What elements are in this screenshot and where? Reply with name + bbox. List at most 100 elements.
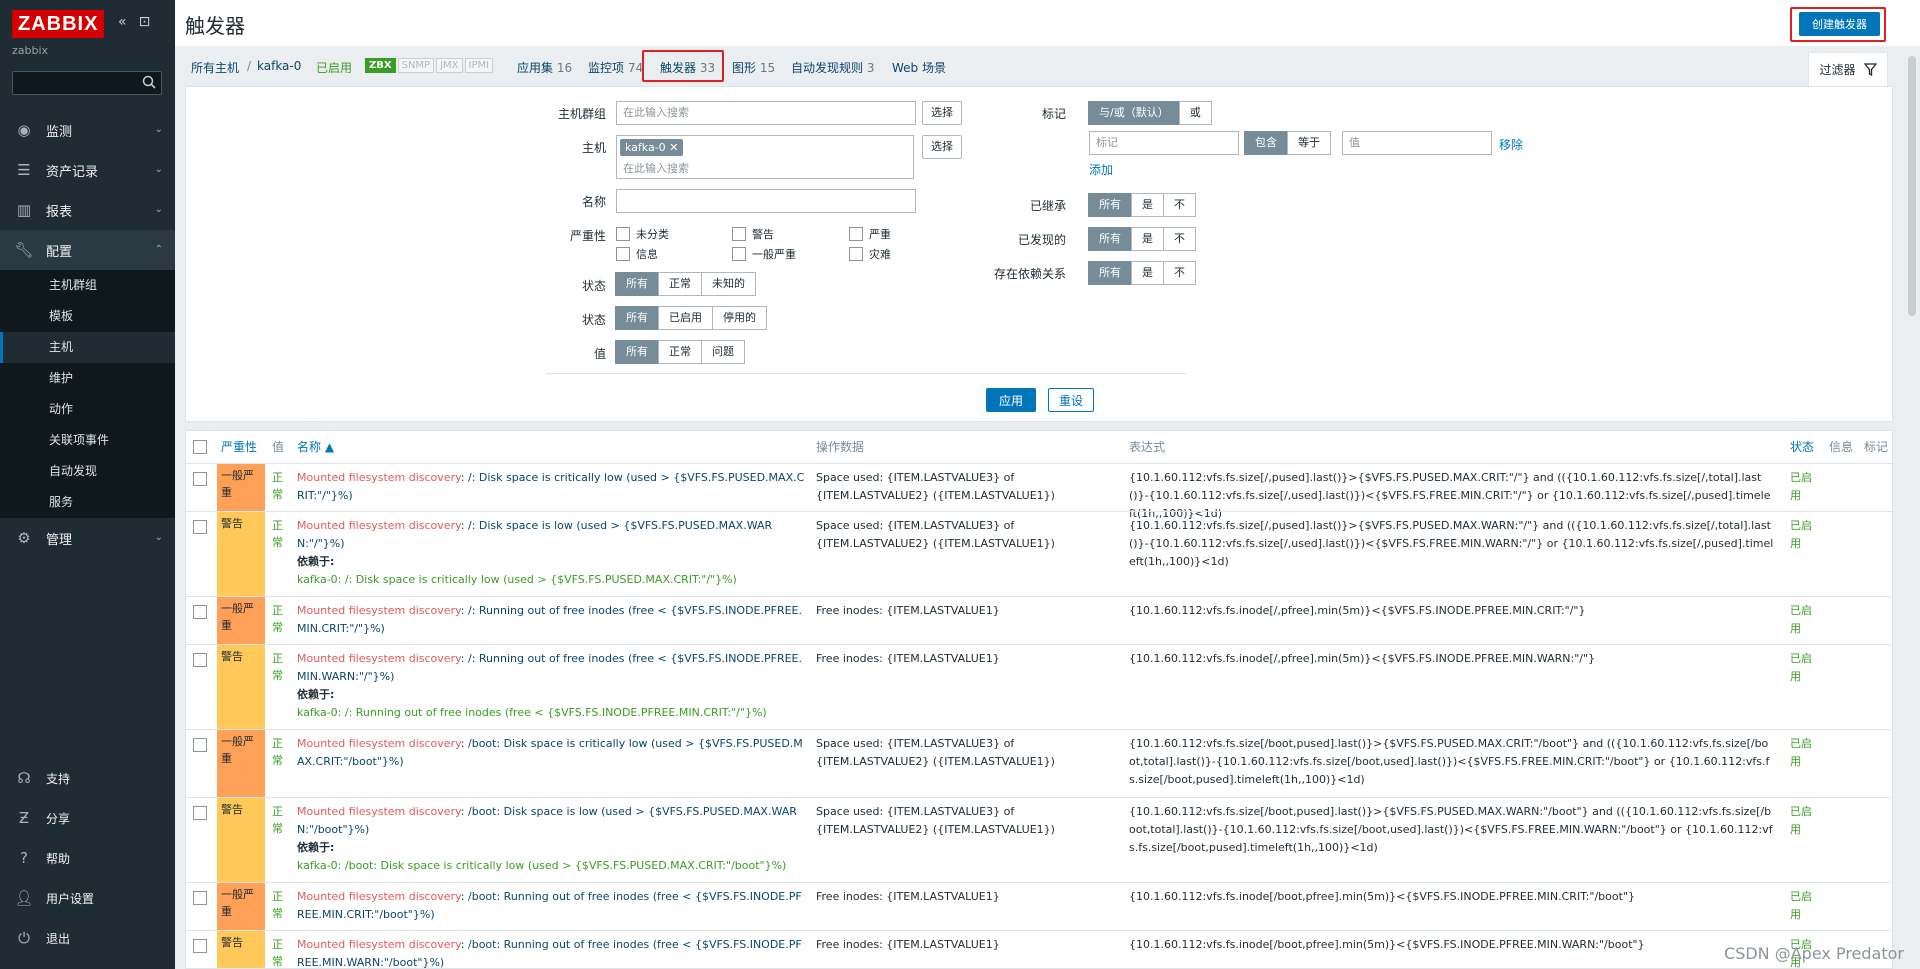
menu-support[interactable]: ☊ 支持 (0, 758, 175, 798)
state-normal[interactable]: 正常 (658, 272, 702, 296)
host-status-enabled[interactable]: 已启用 (316, 59, 352, 76)
menu-help[interactable]: ? 帮助 (0, 838, 175, 878)
status-toggle-link[interactable]: 已启用 (1790, 517, 1820, 553)
kiosk-mode-icon[interactable]: ⊡ (139, 14, 151, 30)
depends-all[interactable]: 所有 (1088, 261, 1132, 285)
tag-remove-link[interactable]: 移除 (1499, 136, 1523, 153)
discovery-rule-link[interactable]: Mounted filesystem discovery (297, 805, 461, 818)
discovery-rule-link[interactable]: Mounted filesystem discovery (297, 890, 461, 903)
value-ok[interactable]: 正常 (658, 340, 702, 364)
host-select-button[interactable]: 选择 (922, 135, 962, 159)
create-trigger-button[interactable]: 创建触发器 (1799, 12, 1880, 36)
discovery-rule-link[interactable]: Mounted filesystem discovery (297, 737, 461, 750)
discovery-rule-link[interactable]: Mounted filesystem discovery (297, 471, 461, 484)
status-all[interactable]: 所有 (615, 306, 659, 330)
checkbox[interactable] (732, 247, 746, 261)
col-severity[interactable]: 严重性 (221, 431, 257, 463)
discovery-rule-link[interactable]: Mounted filesystem discovery (297, 938, 461, 951)
tag-name-input[interactable]: 标记 (1089, 131, 1239, 155)
inherited-no[interactable]: 不 (1163, 193, 1196, 217)
breadcrumb-host[interactable]: kafka-0 (257, 59, 301, 73)
submenu-event-correlation[interactable]: 关联项事件 (0, 425, 175, 456)
status-toggle-link[interactable]: 已启用 (1790, 735, 1820, 771)
discovered-all[interactable]: 所有 (1088, 227, 1132, 251)
host-multiselect[interactable]: kafka-0 ✕ 在此输入搜索 (616, 135, 914, 179)
breadcrumb-all-hosts[interactable]: 所有主机 (191, 59, 239, 76)
menu-share[interactable]: Ƶ 分享 (0, 798, 175, 838)
menu-monitoring[interactable]: ◉ 监测 ⌄ (0, 110, 175, 150)
submenu-host-groups[interactable]: 主机群组 (0, 270, 175, 301)
host-chip[interactable]: kafka-0 ✕ (620, 139, 684, 156)
status-toggle-link[interactable]: 已启用 (1790, 803, 1820, 839)
menu-user-settings[interactable]: 👤︎ 用户设置 (0, 878, 175, 918)
state-unknown[interactable]: 未知的 (701, 272, 756, 296)
severity-average[interactable]: 一般严重 (732, 246, 796, 262)
dependency-link[interactable]: kafka-0: /: Disk space is critically low… (297, 573, 737, 586)
row-checkbox[interactable] (193, 939, 207, 953)
zabbix-logo[interactable]: ZABBIX (12, 10, 105, 38)
status-toggle-link[interactable]: 已启用 (1790, 602, 1820, 638)
row-checkbox[interactable] (193, 605, 207, 619)
row-checkbox[interactable] (193, 653, 207, 667)
submenu-maintenance[interactable]: 维护 (0, 363, 175, 394)
discovery-rule-link[interactable]: Mounted filesystem discovery (297, 652, 461, 665)
depends-no[interactable]: 不 (1163, 261, 1196, 285)
row-checkbox[interactable] (193, 472, 207, 486)
status-toggle-link[interactable]: 已启用 (1790, 888, 1820, 924)
search-icon[interactable] (142, 75, 156, 89)
row-checkbox[interactable] (193, 520, 207, 534)
severity-warning[interactable]: 警告 (732, 226, 774, 242)
discovery-rule-link[interactable]: Mounted filesystem discovery (297, 519, 461, 532)
reset-button[interactable]: 重设 (1048, 388, 1095, 412)
tab-items[interactable]: 监控项 74 (588, 59, 643, 76)
discovered-no[interactable]: 不 (1163, 227, 1196, 251)
severity-disaster[interactable]: 灾难 (849, 246, 891, 262)
tags-or[interactable]: 或 (1178, 101, 1212, 125)
checkbox[interactable] (732, 227, 746, 241)
collapse-sidebar-icon[interactable]: « (118, 14, 127, 30)
depends-yes[interactable]: 是 (1131, 261, 1164, 285)
col-status[interactable]: 状态 (1790, 431, 1814, 463)
submenu-services[interactable]: 服务 (0, 487, 175, 518)
checkbox[interactable] (616, 247, 630, 261)
inherited-yes[interactable]: 是 (1131, 193, 1164, 217)
checkbox[interactable] (616, 227, 630, 241)
tags-and-or[interactable]: 与/或（默认） (1088, 101, 1180, 125)
discovery-rule-link[interactable]: Mounted filesystem discovery (297, 604, 461, 617)
apply-button[interactable]: 应用 (986, 388, 1037, 412)
col-name[interactable]: 名称 ▲ (297, 431, 334, 463)
menu-sign-out[interactable]: ⏻ 退出 (0, 918, 175, 958)
tag-value-input[interactable]: 值 (1342, 131, 1492, 155)
name-input[interactable] (616, 189, 916, 213)
tab-triggers[interactable]: 触发器 33 (660, 59, 715, 76)
tab-applications[interactable]: 应用集 16 (517, 59, 572, 76)
submenu-templates[interactable]: 模板 (0, 301, 175, 332)
row-checkbox[interactable] (193, 738, 207, 752)
row-checkbox[interactable] (193, 891, 207, 905)
filter-toggle[interactable]: 过滤器 (1808, 52, 1888, 86)
status-toggle-link[interactable]: 已启用 (1790, 650, 1820, 686)
host-group-input[interactable]: 在此输入搜索 (616, 101, 916, 125)
submenu-actions[interactable]: 动作 (0, 394, 175, 425)
inherited-all[interactable]: 所有 (1088, 193, 1132, 217)
severity-information[interactable]: 信息 (616, 246, 658, 262)
menu-configuration[interactable]: 🔧︎ 配置 ⌃ (0, 230, 175, 270)
select-all-checkbox[interactable] (193, 440, 207, 454)
discovered-yes[interactable]: 是 (1131, 227, 1164, 251)
menu-inventory[interactable]: ☰ 资产记录 ⌄ (0, 150, 175, 190)
remove-chip-icon[interactable]: ✕ (669, 141, 678, 154)
menu-reports[interactable]: ▥ 报表 ⌄ (0, 190, 175, 230)
page-scrollbar[interactable] (1908, 56, 1916, 316)
tag-op-equals[interactable]: 等于 (1287, 131, 1331, 155)
value-all[interactable]: 所有 (615, 340, 659, 364)
tab-graphs[interactable]: 图形 15 (732, 59, 775, 76)
submenu-hosts[interactable]: 主机 (0, 332, 175, 363)
row-checkbox[interactable] (193, 806, 207, 820)
checkbox[interactable] (849, 227, 863, 241)
state-all[interactable]: 所有 (615, 272, 659, 296)
status-disabled[interactable]: 停用的 (712, 306, 767, 330)
severity-high[interactable]: 严重 (849, 226, 891, 242)
checkbox[interactable] (849, 247, 863, 261)
dependency-link[interactable]: kafka-0: /: Running out of free inodes (… (297, 706, 767, 719)
sidebar-search-input[interactable] (12, 71, 162, 95)
